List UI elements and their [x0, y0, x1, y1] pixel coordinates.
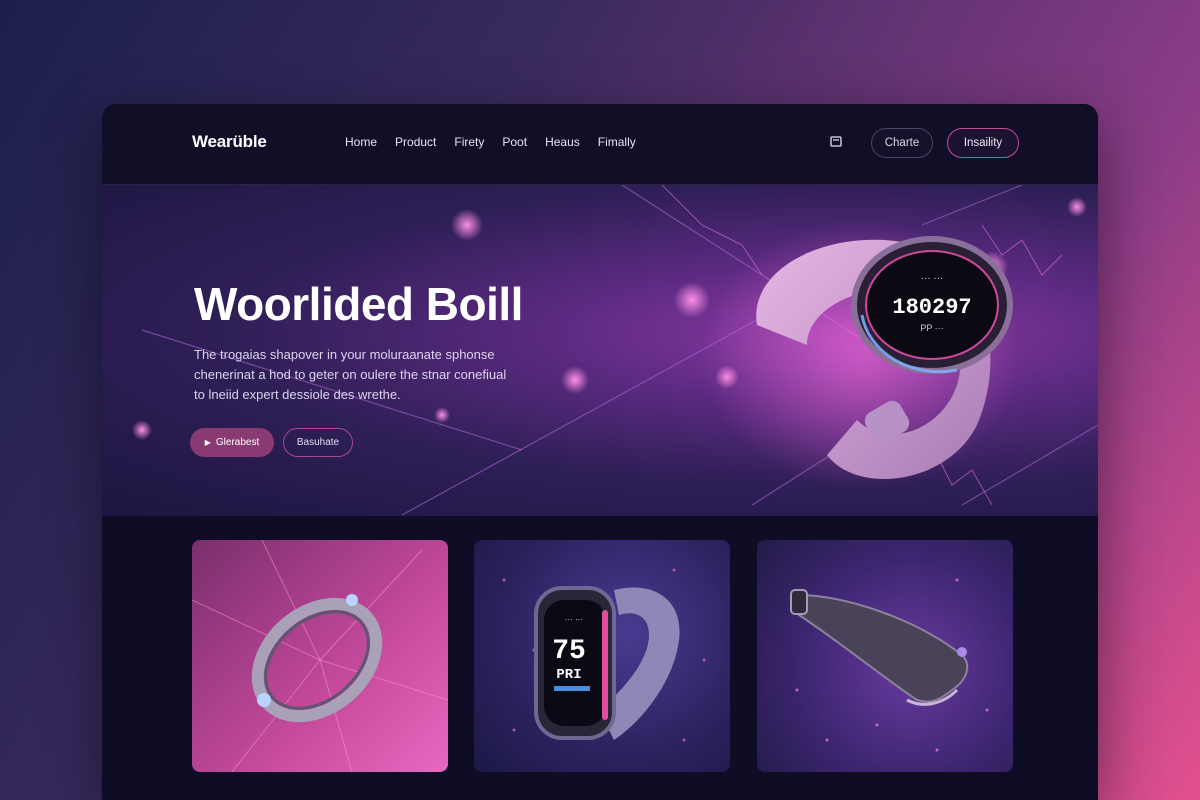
- nav-fimally[interactable]: Fimally: [598, 135, 636, 149]
- hero-primary-label: Glerabest: [215, 437, 260, 448]
- bag-icon[interactable]: [829, 134, 843, 148]
- hero-watch-image: ··· ··· 180297 PP ···: [702, 220, 1017, 490]
- product-card-smartwatch[interactable]: ··· ··· 75 PRI: [474, 540, 730, 772]
- hero-title: Woorlided Boill: [194, 278, 523, 330]
- nav-product[interactable]: Product: [395, 135, 436, 149]
- top-navbar: Wearüble Home Product Firety Poot Heaus …: [102, 104, 1098, 185]
- hero-primary-button[interactable]: ▶ Glerabest: [190, 428, 274, 457]
- brand-logo[interactable]: Wearüble: [192, 132, 267, 152]
- hero-description: The trogaias shapover in your moluraanat…: [194, 347, 507, 402]
- nav-heaus[interactable]: Heaus: [545, 135, 580, 149]
- smartwatch-display-main: 75: [552, 636, 586, 667]
- smartwatch-display-sub: PRI: [556, 667, 581, 683]
- app-window: Wearüble Home Product Firety Poot Heaus …: [102, 104, 1098, 800]
- smartwatch-image: ··· ··· 75 PRI: [502, 568, 706, 742]
- ring-image: [192, 540, 448, 772]
- watch-display-main: 180297: [892, 295, 971, 320]
- product-card-ring[interactable]: [192, 540, 448, 772]
- nav-firety[interactable]: Firety: [454, 135, 484, 149]
- band-image: [790, 578, 989, 752]
- nav-home[interactable]: Home: [345, 135, 377, 149]
- hero-section: Woorlided Boill The trogaias shapover in…: [102, 185, 1098, 517]
- product-card-band[interactable]: [757, 540, 1013, 772]
- smartwatch-display-top: ··· ···: [565, 615, 583, 624]
- play-icon: ▶: [204, 438, 211, 447]
- hero-secondary-button[interactable]: Basuhate: [283, 428, 353, 457]
- watch-display-bottom: PP ···: [920, 323, 943, 333]
- nav-poot[interactable]: Poot: [502, 135, 527, 149]
- primary-header-button[interactable]: Insaility: [947, 128, 1019, 158]
- main-nav: Home Product Firety Poot Heaus Fimally: [345, 135, 636, 149]
- watch-display-top: ··· ···: [921, 273, 944, 284]
- secondary-header-button[interactable]: Charte: [871, 128, 933, 158]
- product-cards: ··· ··· 75 PRI: [102, 516, 1098, 800]
